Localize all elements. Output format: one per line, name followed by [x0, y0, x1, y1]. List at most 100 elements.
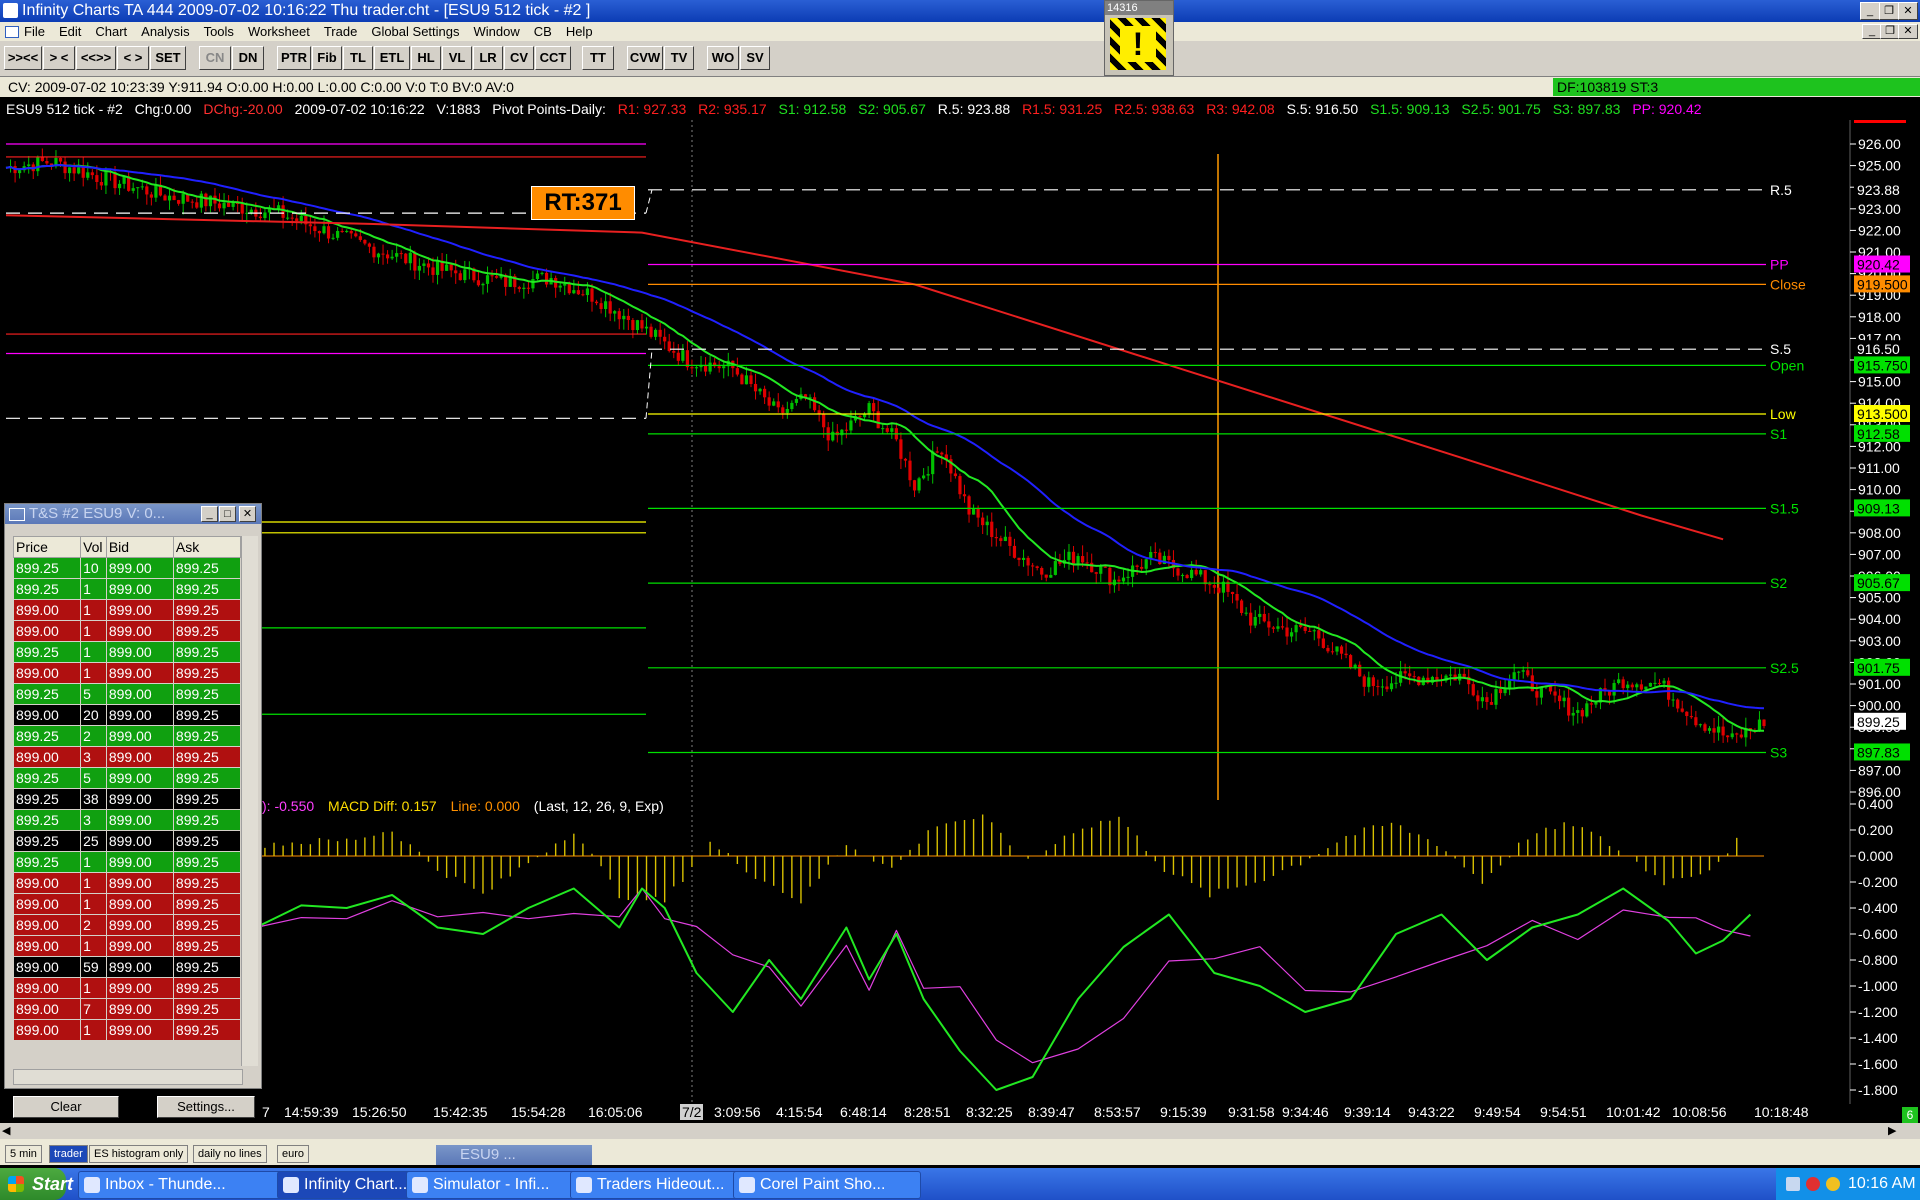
toolbar-button-12[interactable]: VL [442, 46, 472, 70]
mdi-close-button[interactable]: ✕ [1898, 24, 1918, 39]
menu-item-cb[interactable]: CB [534, 24, 552, 39]
ts-row: 899.00 1 899.00 899.25 [12, 662, 242, 684]
chart-horizontal-scrollbar[interactable]: ◀ ▶ 6 [0, 1107, 1920, 1139]
menu-item-worksheet[interactable]: Worksheet [248, 24, 310, 39]
col-price[interactable]: Price [12, 536, 82, 558]
time-tick: 9:39:14 [1344, 1104, 1391, 1120]
ts-vertical-scrollbar[interactable] [241, 536, 258, 1066]
toolbar-button-19[interactable]: WO [707, 46, 739, 70]
time-tick: 8:53:57 [1094, 1104, 1141, 1120]
toolbar-button-3[interactable]: < > [117, 46, 149, 70]
menu-item-chart[interactable]: Chart [95, 24, 127, 39]
menu-item-file[interactable]: File [24, 24, 45, 39]
col-bid[interactable]: Bid [105, 536, 174, 558]
sheet-tab-0[interactable]: 5 min [5, 1145, 42, 1163]
col-ask[interactable]: Ask [172, 536, 242, 558]
alert-panel[interactable]: 14316 ! [1104, 0, 1174, 76]
ts-row: 899.25 3 899.00 899.25 [12, 809, 242, 831]
taskbar-task-4[interactable]: Corel Paint Sho... [733, 1171, 921, 1199]
ts-clear-button[interactable]: Clear [13, 1096, 119, 1118]
r3-label: R3: 942.08 [1206, 101, 1275, 117]
toolbar-button-8[interactable]: Fib [312, 46, 342, 70]
taskbar-task-3[interactable]: Traders Hideout... [570, 1171, 754, 1199]
toolbar-button-18[interactable]: TV [664, 46, 694, 70]
toolbar-button-16[interactable]: TT [582, 46, 614, 70]
security-icon[interactable] [1826, 1177, 1840, 1191]
network-icon[interactable] [1786, 1177, 1800, 1191]
mdi-minimize-button[interactable]: _ [1862, 24, 1882, 39]
candle-body [1548, 686, 1553, 692]
start-button[interactable]: Start [0, 1168, 73, 1200]
window-title-bar: Infinity Charts TA 444 2009-07-02 10:16:… [0, 0, 1920, 22]
toolbar-button-2[interactable]: <<>> [76, 46, 116, 70]
ts-minimize-button[interactable]: _ [201, 506, 218, 522]
candle-body [1180, 575, 1185, 577]
scroll-left-arrow[interactable]: ◀ [2, 1124, 10, 1137]
candle-body [490, 275, 494, 277]
candle-body [885, 428, 889, 432]
toolbar-button-11[interactable]: HL [411, 46, 441, 70]
mdi-restore-button[interactable]: ❐ [1880, 24, 1900, 39]
toolbar-button-4[interactable]: SET [150, 46, 186, 70]
toolbar-button-7[interactable]: PTR [277, 46, 311, 70]
volume-icon[interactable] [1806, 1177, 1820, 1191]
toolbar-button-10[interactable]: ETL [374, 46, 410, 70]
toolbar-button-9[interactable]: TL [343, 46, 373, 70]
toolbar-button-15[interactable]: CCT [535, 46, 571, 70]
menu-item-analysis[interactable]: Analysis [141, 24, 189, 39]
candle-body [1081, 556, 1085, 563]
candle-body [1562, 697, 1566, 702]
sheet-tab-1[interactable]: trader [49, 1145, 88, 1163]
close-button[interactable]: ✕ [1898, 2, 1918, 20]
restore-button[interactable]: ❐ [1879, 2, 1899, 20]
ts-cell: 899.00 [12, 620, 82, 642]
ts-horizontal-scrollbar[interactable] [13, 1069, 243, 1085]
ts-cell: 899.00 [105, 725, 174, 747]
ts-cell: 899.00 [105, 935, 174, 957]
rt-label-text: RT:371 [544, 189, 622, 216]
minimized-esu9-window[interactable]: ESU9 ... [436, 1145, 592, 1165]
toolbar-button-13[interactable]: LR [473, 46, 503, 70]
menu-item-edit[interactable]: Edit [59, 24, 81, 39]
menu-item-trade[interactable]: Trade [324, 24, 357, 39]
time-and-sales-window[interactable]: T&S #2 ESU9 V: 0... _ □ ✕ Price Vol Bid … [4, 503, 262, 1118]
dchg-label: DChg:-20.00 [203, 101, 283, 117]
taskbar-task-1[interactable]: Infinity Chart... [277, 1171, 425, 1199]
col-vol[interactable]: Vol [80, 536, 107, 558]
scroll-right-arrow[interactable]: ▶ [1888, 1124, 1896, 1137]
candle-body [585, 288, 590, 296]
toolbar-button-14[interactable]: CV [504, 46, 534, 70]
candle-body [685, 350, 689, 368]
menu-item-help[interactable]: Help [566, 24, 593, 39]
candle-body [1326, 647, 1330, 652]
taskbar-task-2[interactable]: Simulator - Infi... [406, 1171, 590, 1199]
taskbar-task-0[interactable]: Inbox - Thunde... [78, 1171, 298, 1199]
menu-item-global-settings[interactable]: Global Settings [371, 24, 459, 39]
candle-body [1026, 557, 1030, 566]
ts-cell: 899.00 [12, 1019, 82, 1041]
ts-maximize-button[interactable]: □ [219, 506, 236, 522]
minimize-button[interactable]: _ [1860, 2, 1880, 20]
price-chart[interactable]: R.5 PP Close S.5Open Low S1 S1.5 S2 S2.5 S3 926.0… [0, 120, 1920, 1120]
sheet-tab-4[interactable]: euro [277, 1145, 310, 1163]
sheet-tab-3[interactable]: daily no lines [193, 1145, 267, 1163]
candle-body [367, 243, 372, 247]
candle-body [317, 231, 322, 234]
menu-item-tools[interactable]: Tools [204, 24, 234, 39]
candle-body [295, 218, 299, 222]
toolbar-button-20[interactable]: SV [740, 46, 770, 70]
task-app-icon [739, 1177, 755, 1193]
ts-close-button[interactable]: ✕ [239, 506, 256, 522]
candle-body [1489, 701, 1494, 705]
candle-body [63, 161, 67, 174]
toolbar-button-1[interactable]: > < [43, 46, 75, 70]
toolbar-button-5[interactable]: CN [199, 46, 231, 70]
sheet-tab-2[interactable]: ES histogram only [89, 1145, 189, 1163]
toolbar-button-6[interactable]: DN [232, 46, 264, 70]
candle-body [249, 209, 253, 213]
menu-item-window[interactable]: Window [474, 24, 520, 39]
ts-settings-button[interactable]: Settings... [157, 1096, 255, 1118]
toolbar-button-0[interactable]: >><< [4, 46, 42, 70]
candle-body [313, 226, 317, 232]
toolbar-button-17[interactable]: CVW [627, 46, 663, 70]
